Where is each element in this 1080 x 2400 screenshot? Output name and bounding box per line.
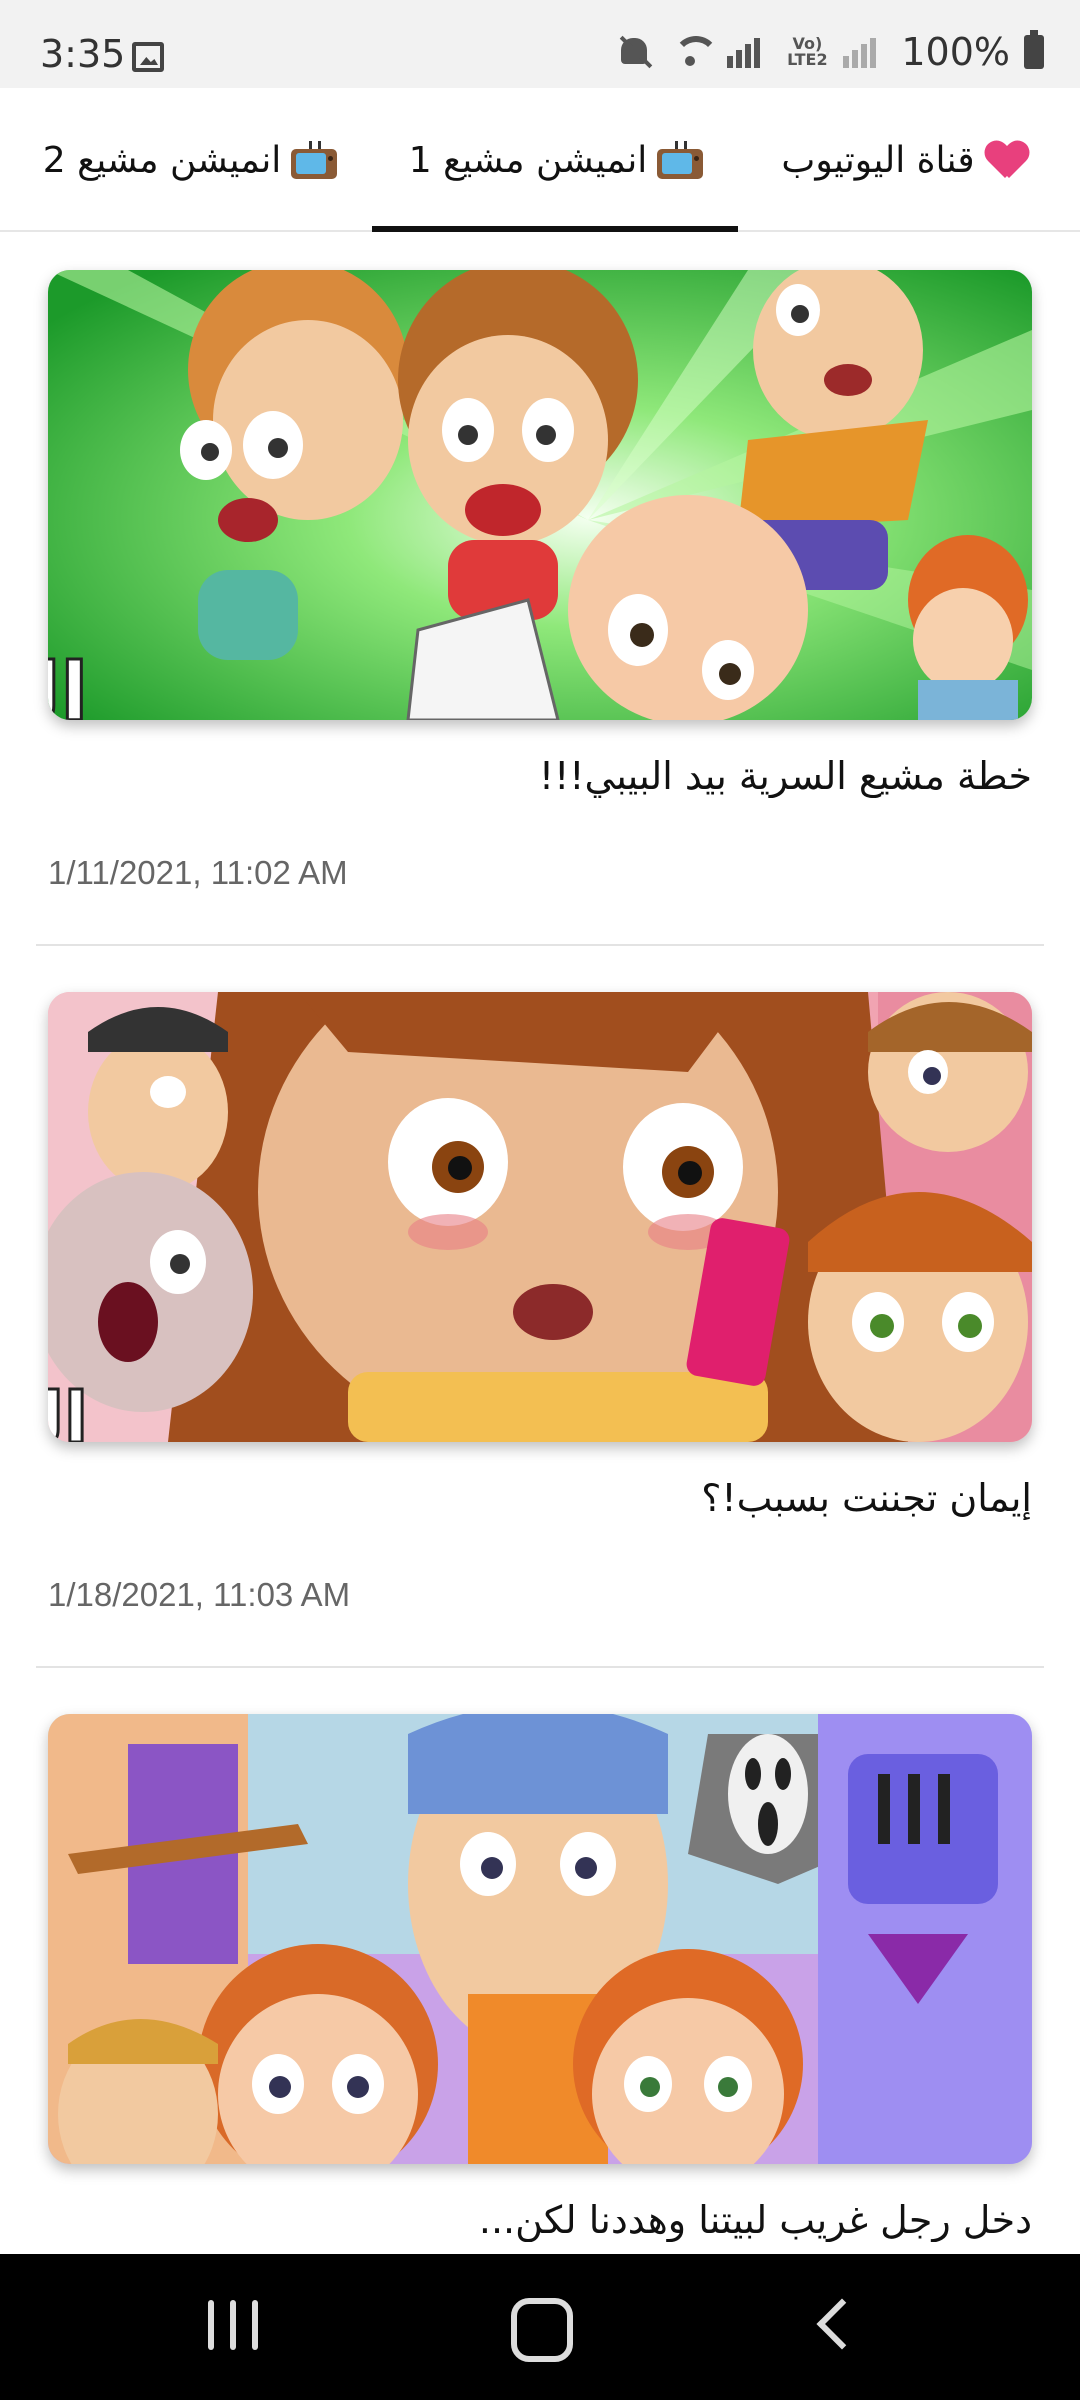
television-icon bbox=[291, 141, 338, 179]
home-button[interactable] bbox=[437, 2254, 637, 2400]
back-button[interactable] bbox=[740, 2254, 940, 2400]
system-nav-bar bbox=[0, 2254, 1080, 2400]
card-divider bbox=[36, 1666, 1044, 1668]
tab-label: قناة اليوتيوب bbox=[781, 139, 975, 181]
signal-2-icon bbox=[843, 32, 887, 72]
tab-youtube-channel[interactable]: قناة اليوتيوب bbox=[740, 88, 1070, 232]
status-bar: 3:35 Vo) LTE2 100% bbox=[0, 0, 1080, 88]
video-thumbnail[interactable]: الحلقة 2 bbox=[48, 992, 1032, 1442]
video-date: 1/18/2021, 11:03 AM bbox=[48, 1576, 351, 1613]
mute-icon bbox=[615, 32, 655, 72]
thumb-overlay-text: الحلقة 2 bbox=[48, 1377, 88, 1442]
television-icon bbox=[657, 141, 704, 179]
video-date: 1/11/2021, 11:02 AM bbox=[48, 854, 348, 891]
tab-animation-1[interactable]: انميشن مشيع 1 bbox=[372, 88, 740, 232]
video-feed[interactable]: الحلقة 2 خطة مشيع السرية بيد البيبي!!! 1… bbox=[0, 232, 1080, 2254]
sparkling-heart-icon bbox=[985, 140, 1029, 180]
battery-percent: 100% bbox=[901, 30, 1010, 74]
wifi-icon bbox=[669, 32, 720, 72]
tab-label: انميشن مشيع 2 bbox=[42, 139, 282, 181]
battery-icon bbox=[1024, 30, 1044, 69]
video-title[interactable]: إيمان تجننت بسبب!؟ bbox=[48, 1476, 1032, 1520]
thumb-overlay-text: الحلقة 2 bbox=[48, 646, 88, 720]
tab-bar: قناة اليوتيوب انميشن مشيع 1 انميشن مشيع … bbox=[0, 88, 1080, 232]
video-thumbnail[interactable]: الحلقة 2 bbox=[48, 270, 1032, 720]
video-title[interactable]: دخل رجل غريب لبيتنا وهددنا لكن... bbox=[48, 2198, 1032, 2242]
video-card[interactable]: دخل رجل غريب لبيتنا وهددنا لكن... bbox=[0, 1676, 1080, 2254]
tab-label: انميشن مشيع 1 bbox=[408, 139, 648, 181]
signal-icon bbox=[727, 32, 771, 72]
card-divider bbox=[36, 944, 1044, 946]
video-thumbnail[interactable] bbox=[48, 1714, 1032, 2164]
status-icons: Vo) LTE2 100% bbox=[615, 30, 1044, 74]
video-card[interactable]: الحلقة 2 خطة مشيع السرية بيد البيبي!!! 1… bbox=[0, 232, 1080, 954]
video-title[interactable]: خطة مشيع السرية بيد البيبي!!! bbox=[48, 754, 1032, 798]
tab-animation-2[interactable]: انميشن مشيع 2 bbox=[20, 88, 360, 232]
video-card[interactable]: الحلقة 2 إيمان تجننت بسبب!؟ 1/18/2021, 1… bbox=[0, 954, 1080, 1676]
recents-button[interactable] bbox=[134, 2254, 334, 2400]
photo-notification-icon bbox=[132, 42, 164, 72]
lte-label: Vo) LTE2 bbox=[787, 34, 828, 69]
status-time: 3:35 bbox=[40, 32, 126, 76]
